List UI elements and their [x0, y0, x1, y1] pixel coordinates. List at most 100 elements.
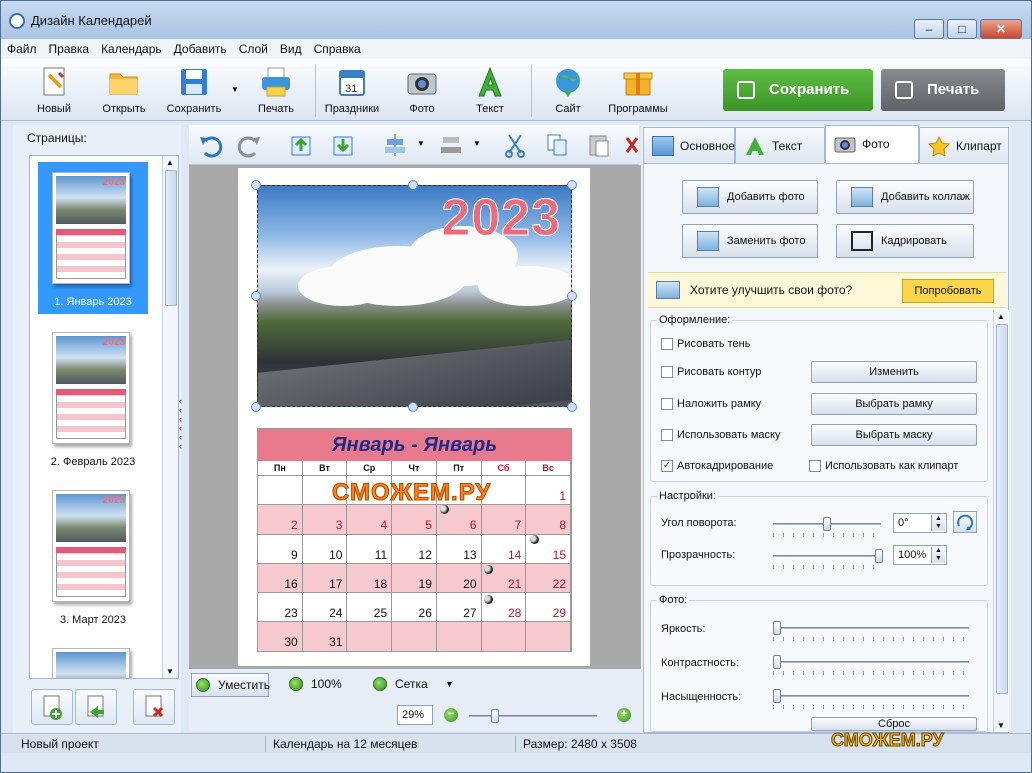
- add-collage-button[interactable]: Добавить коллаж: [836, 180, 974, 214]
- print-toolbar-button[interactable]: Печать: [241, 63, 311, 119]
- delete-icon[interactable]: [625, 131, 639, 159]
- copy-icon[interactable]: [543, 131, 571, 159]
- collapse-panel-handle[interactable]: ‹ ‹ ‹ ‹ ‹ ‹: [179, 397, 182, 451]
- duplicate-page-button[interactable]: [75, 689, 117, 725]
- photo-button[interactable]: Фото: [387, 63, 457, 119]
- checkbox-box[interactable]: [661, 398, 673, 410]
- minimize-button[interactable]: –: [914, 19, 944, 39]
- autocrop-checkbox[interactable]: ✓ Автокадрирование: [661, 460, 773, 473]
- tab-text[interactable]: Текст: [735, 127, 825, 163]
- try-button[interactable]: Попробовать: [902, 279, 994, 303]
- saturation-slider-knob[interactable]: [773, 689, 781, 703]
- checkbox-box[interactable]: [661, 429, 673, 441]
- cut-icon[interactable]: [501, 131, 529, 159]
- opacity-slider[interactable]: [773, 549, 883, 563]
- menu-view[interactable]: Вид: [274, 39, 308, 59]
- crop-button[interactable]: Кадрировать: [836, 224, 974, 258]
- resize-handle[interactable]: [567, 402, 577, 412]
- checkbox-box[interactable]: [809, 460, 821, 472]
- paste-icon[interactable]: [585, 131, 613, 159]
- holidays-button[interactable]: 31 Праздники: [317, 63, 387, 119]
- checkbox-box[interactable]: [661, 366, 673, 378]
- maximize-button[interactable]: □: [947, 19, 977, 39]
- tab-clipart[interactable]: Клипарт: [919, 127, 1009, 163]
- outline-checkbox[interactable]: Рисовать контур: [661, 366, 761, 379]
- spinner-arrows-icon[interactable]: ▲ ▼: [931, 547, 945, 563]
- rotation-slider-knob[interactable]: [823, 517, 831, 531]
- new-button[interactable]: Новый: [19, 63, 89, 119]
- rotation-input[interactable]: 0° ▲ ▼: [893, 513, 947, 533]
- distribute-dropdown-arrow-icon[interactable]: ▼: [473, 139, 481, 148]
- save-big-button[interactable]: Сохранить: [723, 69, 873, 111]
- brightness-slider-knob[interactable]: [773, 621, 781, 635]
- rotation-slider[interactable]: [773, 517, 881, 531]
- add-page-button[interactable]: [31, 689, 73, 725]
- design-canvas[interactable]: 2023 Январь - Январь Пн Вт Ср Чт Пт Сб В…: [189, 165, 641, 669]
- mask-checkbox[interactable]: Использовать маску: [661, 429, 780, 442]
- resize-handle[interactable]: [567, 180, 577, 190]
- zoom-in-icon[interactable]: +: [617, 708, 631, 722]
- resize-handle[interactable]: [251, 180, 261, 190]
- programs-button[interactable]: Программы: [603, 63, 673, 119]
- grid-dropdown-arrow-icon[interactable]: ▼: [445, 679, 454, 689]
- menu-edit[interactable]: Правка: [43, 39, 96, 59]
- checkbox-box[interactable]: [661, 338, 673, 350]
- align-dropdown-arrow-icon[interactable]: ▼: [417, 139, 425, 148]
- brightness-slider[interactable]: [773, 621, 969, 635]
- saturation-slider[interactable]: [773, 689, 969, 703]
- menu-layer[interactable]: Слой: [233, 39, 274, 59]
- resize-handle[interactable]: [408, 180, 418, 190]
- open-button[interactable]: Открыть: [89, 63, 159, 119]
- opacity-input[interactable]: 100% ▲ ▼: [893, 545, 947, 565]
- resize-handle[interactable]: [251, 402, 261, 412]
- replace-photo-button[interactable]: Заменить фото: [682, 224, 818, 258]
- print-big-button[interactable]: Печать: [881, 69, 1005, 111]
- menu-calendar[interactable]: Календарь: [95, 39, 168, 59]
- pages-scroll-thumb[interactable]: [165, 170, 177, 306]
- save-button[interactable]: Сохранить: [159, 63, 229, 119]
- page-thumb-2[interactable]: 2023 2. Февраль 2023: [38, 322, 148, 474]
- tab-basic[interactable]: Основное: [643, 127, 735, 163]
- pages-scrollbar[interactable]: ▲ ▼: [162, 156, 178, 678]
- page-thumb-1[interactable]: 2023 1. Январь 2023: [38, 162, 148, 314]
- page-thumb-3[interactable]: 2023 3. Март 2023: [38, 480, 148, 632]
- photo-year-text[interactable]: 2023: [441, 188, 561, 248]
- zoom-out-icon[interactable]: −: [444, 708, 458, 722]
- distribute-icon[interactable]: [437, 131, 465, 159]
- send-backward-icon[interactable]: [329, 131, 357, 159]
- zoom-input[interactable]: 29%: [397, 705, 433, 725]
- panel-scroll-thumb[interactable]: [996, 324, 1008, 694]
- menu-help[interactable]: Справка: [308, 39, 367, 59]
- tab-photo[interactable]: Фото: [825, 125, 919, 165]
- text-button[interactable]: Текст: [455, 63, 525, 119]
- save-dropdown-arrow-icon[interactable]: ▼: [231, 85, 239, 94]
- page-thumb-4[interactable]: [38, 638, 148, 678]
- month-grid[interactable]: Январь - Январь Пн Вт Ср Чт Пт Сб Вс 1 2…: [257, 428, 572, 652]
- frame-checkbox[interactable]: Наложить рамку: [661, 398, 761, 411]
- fit-button[interactable]: Уместить: [191, 673, 270, 697]
- align-icon[interactable]: [381, 131, 409, 159]
- change-outline-button[interactable]: Изменить: [811, 361, 977, 383]
- site-button[interactable]: Сайт: [533, 63, 603, 119]
- calendar-photo[interactable]: 2023: [257, 185, 572, 407]
- shadow-checkbox[interactable]: Рисовать тень: [661, 338, 750, 351]
- add-photo-button[interactable]: Добавить фото: [682, 180, 818, 214]
- delete-page-button[interactable]: [133, 689, 175, 725]
- undo-icon[interactable]: [197, 131, 225, 159]
- menu-add[interactable]: Добавить: [168, 39, 233, 59]
- redo-icon[interactable]: [235, 131, 263, 159]
- choose-frame-button[interactable]: Выбрать рамку: [811, 393, 977, 415]
- checkbox-box[interactable]: ✓: [661, 460, 673, 472]
- resize-handle[interactable]: [567, 291, 577, 301]
- close-button[interactable]: ✕: [980, 19, 1022, 39]
- zoom-100-button[interactable]: 100%: [285, 673, 349, 697]
- as-clipart-checkbox[interactable]: Использовать как клипарт: [809, 460, 958, 473]
- opacity-slider-knob[interactable]: [875, 549, 883, 563]
- zoom-slider-knob[interactable]: [491, 709, 499, 723]
- reset-button[interactable]: Сброс: [811, 717, 977, 731]
- choose-mask-button[interactable]: Выбрать маску: [811, 424, 977, 446]
- spinner-arrows-icon[interactable]: ▲ ▼: [931, 515, 945, 531]
- contrast-slider[interactable]: [773, 655, 969, 669]
- menu-file[interactable]: Файл: [1, 39, 43, 59]
- contrast-slider-knob[interactable]: [773, 655, 781, 669]
